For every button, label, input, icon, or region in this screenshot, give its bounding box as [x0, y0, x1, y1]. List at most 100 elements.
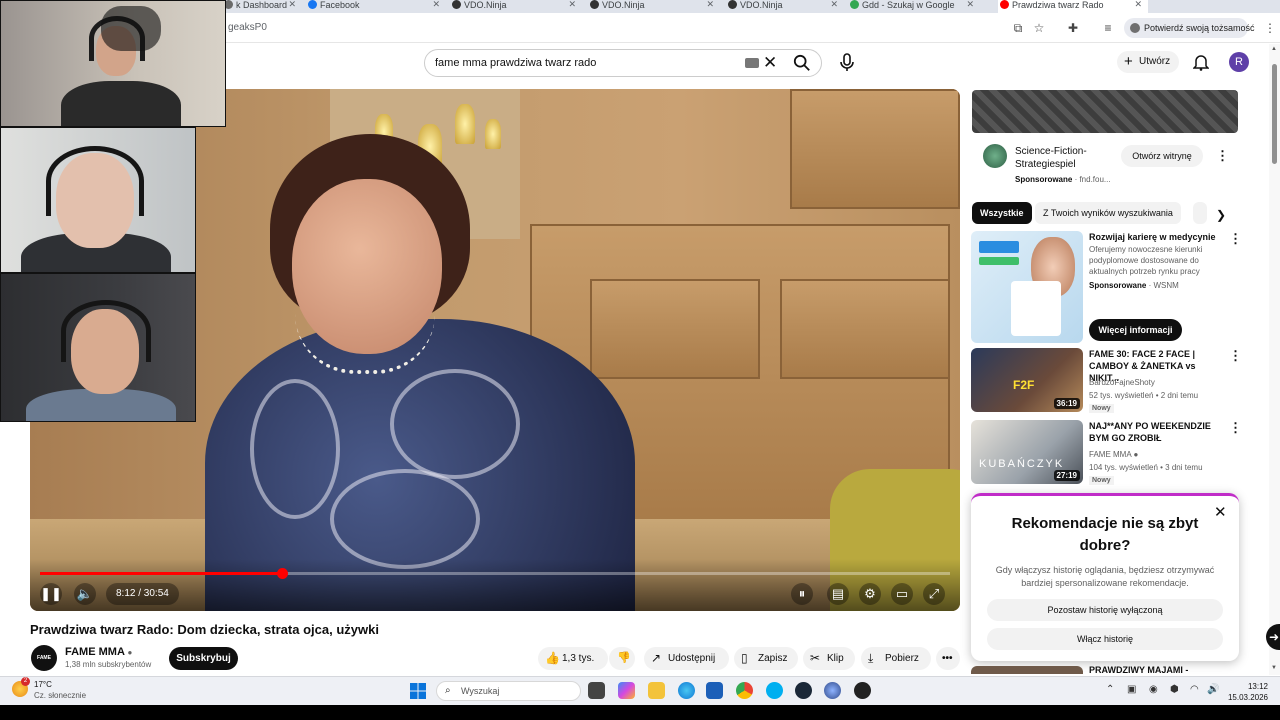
copilot-icon[interactable] — [618, 682, 635, 699]
advertiser-avatar[interactable] — [983, 144, 1007, 168]
tray-chevron-icon[interactable]: ⌃ — [1106, 684, 1114, 695]
chip-partial[interactable] — [1193, 202, 1207, 224]
search-box[interactable]: fame mma prawdziwa twarz rado ✕ — [424, 49, 822, 77]
list-item[interactable]: KUBAŃCZYK 27:19 NAJ**ANY PO WEEKENDZIE B… — [971, 420, 1242, 485]
windows-start-icon[interactable] — [410, 683, 426, 699]
browser-tab[interactable]: Gdd - Szukaj w Google ✕ — [848, 0, 980, 13]
ad-title[interactable]: Science-Fiction-Strategiespiel — [1015, 145, 1115, 171]
search-icon[interactable] — [793, 54, 811, 72]
channel-avatar[interactable]: FAME — [31, 645, 57, 671]
save-button[interactable]: ▯ Zapisz — [734, 647, 798, 670]
clip-button[interactable]: ✂ Klip — [803, 647, 855, 670]
volume-button[interactable]: 🔈 — [74, 583, 96, 605]
video-thumbnail[interactable] — [971, 666, 1083, 674]
scroll-up-arrow-icon[interactable]: ▲ — [1271, 46, 1277, 52]
channel-name[interactable]: FAME MMA ● — [65, 646, 132, 658]
scroll-down-arrow-icon[interactable]: ▼ — [1271, 665, 1277, 671]
account-avatar[interactable]: R — [1229, 52, 1249, 72]
tab-close-icon[interactable]: ✕ — [706, 0, 714, 9]
open-site-button[interactable]: Otwórz witrynę — [1121, 145, 1203, 167]
subtitles-button[interactable]: ▤ — [827, 583, 849, 605]
more-info-button[interactable]: Więcej informacji — [1089, 319, 1182, 341]
tab-close-icon[interactable]: ✕ — [1134, 0, 1142, 9]
rec-channel[interactable]: BardzoFajneShoty — [1089, 378, 1155, 387]
tab-close-icon[interactable]: ✕ — [432, 0, 440, 9]
weather-temp[interactable]: 17°C — [34, 680, 52, 689]
rec-menu-icon[interactable]: ⋮ — [1229, 421, 1242, 434]
browser-tab[interactable]: VDO.Ninja ✕ — [450, 0, 582, 13]
chip-from-search[interactable]: Z Twoich wyników wyszukiwania — [1035, 202, 1181, 224]
volume-icon[interactable]: 🔊 — [1207, 684, 1219, 695]
browser-tab[interactable]: k Dashboard ✕ — [222, 0, 302, 13]
file-explorer-icon[interactable] — [648, 682, 665, 699]
task-view-icon[interactable] — [588, 682, 605, 699]
bookmark-star-icon[interactable]: ☆ — [1031, 20, 1047, 36]
pause-button[interactable]: ❚❚ — [40, 583, 62, 605]
rec-menu-icon[interactable]: ⋮ — [1229, 232, 1242, 245]
list-item[interactable]: PRAWDZIWY MAJAMI - — [971, 664, 1239, 674]
chevron-right-icon[interactable]: ❯ — [1216, 208, 1226, 222]
progress-bar[interactable] — [40, 568, 950, 579]
more-actions-button[interactable]: ••• — [936, 647, 960, 670]
tab-close-icon[interactable]: ✕ — [966, 0, 974, 9]
rec-title[interactable]: Rozwijaj karierę w medycynie — [1089, 231, 1225, 243]
dislike-button[interactable]: 👎 — [609, 647, 635, 670]
autoplay-toggle[interactable]: ⏸ — [791, 583, 813, 605]
chrome-icon[interactable] — [736, 682, 753, 699]
tab-close-icon[interactable]: ✕ — [830, 0, 838, 9]
browser-tab[interactable]: Prawdziwa twarz Rado ✕ — [998, 0, 1148, 13]
keyboard-icon[interactable] — [745, 58, 759, 68]
app-icon[interactable] — [824, 682, 841, 699]
share-button[interactable]: ↗ Udostępnij — [644, 647, 729, 670]
settings-gear-icon[interactable]: ⚙ — [859, 583, 881, 605]
rec-title[interactable]: PRAWDZIWY MAJAMI - — [1089, 665, 1188, 674]
create-button[interactable]: + Utwórz — [1117, 51, 1179, 73]
theater-mode-button[interactable]: ▭ — [891, 583, 913, 605]
video-thumbnail[interactable]: KUBAŃCZYK 27:19 — [971, 420, 1083, 484]
tray-app-icon[interactable]: ◉ — [1149, 684, 1158, 695]
progress-scrubber[interactable] — [276, 568, 288, 579]
rec-title[interactable]: NAJ**ANY PO WEEKENDZIE BYM GO ZROBIŁ — [1089, 420, 1225, 444]
tray-app-icon[interactable]: ⬢ — [1170, 684, 1179, 695]
notifications-bell-icon[interactable] — [1193, 53, 1209, 71]
weather-desc[interactable]: Cz. słonecznie — [34, 691, 86, 700]
ad-menu-icon[interactable]: ⋮ — [1216, 149, 1229, 162]
rec-channel[interactable]: FAME MMA ● — [1089, 450, 1138, 459]
verify-identity-button[interactable]: Potwierdź swoją tożsamość — [1124, 18, 1255, 38]
ad-banner-image[interactable] — [972, 90, 1238, 133]
chip-all[interactable]: Wszystkie — [972, 202, 1032, 224]
tab-close-icon[interactable]: ✕ — [288, 0, 296, 9]
browser-menu-icon[interactable]: ⋮ — [1262, 20, 1278, 36]
taskbar-search[interactable]: ⌕ Wyszukaj — [436, 681, 581, 701]
skype-icon[interactable] — [766, 682, 783, 699]
video-thumbnail[interactable]: F2F 36:19 — [971, 348, 1083, 412]
tab-close-icon[interactable]: ✕ — [568, 0, 576, 9]
microphone-icon[interactable] — [836, 51, 858, 73]
edge-icon[interactable] — [678, 682, 695, 699]
like-button[interactable]: 👍 1,3 tys. — [538, 647, 608, 670]
browser-tab[interactable]: VDO.Ninja ✕ — [588, 0, 720, 13]
list-item[interactable]: F2F 36:19 FAME 30: FACE 2 FACE | CAMBOY … — [971, 348, 1242, 413]
fullscreen-button[interactable]: ⤢ — [923, 583, 945, 605]
install-icon[interactable]: ⧉ — [1010, 20, 1026, 36]
extensions-icon[interactable]: ✚ — [1065, 20, 1081, 36]
ad-thumbnail[interactable] — [971, 231, 1083, 343]
wifi-icon[interactable]: ◠ — [1190, 684, 1199, 695]
browser-tab[interactable]: Facebook ✕ — [306, 0, 446, 13]
taskbar-clock[interactable]: 13:12 15.03.2026 — [1226, 681, 1268, 703]
subscribe-button[interactable]: Subskrybuj — [169, 647, 238, 670]
rec-menu-icon[interactable]: ⋮ — [1229, 349, 1242, 362]
store-icon[interactable] — [706, 682, 723, 699]
browser-tab[interactable]: VDO.Ninja ✕ — [726, 0, 844, 13]
page-scrollbar[interactable]: ▲ ▼ — [1269, 44, 1280, 675]
tab-search-icon[interactable]: ≡ — [1100, 20, 1116, 36]
tray-app-icon[interactable]: ▣ — [1127, 684, 1136, 695]
clear-search-icon[interactable]: ✕ — [763, 53, 777, 73]
keep-history-off-button[interactable]: Pozostaw historię wyłączoną — [987, 599, 1223, 621]
url-text[interactable]: geaksP0 — [228, 22, 267, 33]
steam-icon[interactable] — [795, 682, 812, 699]
download-button[interactable]: ⤓ Pobierz — [861, 647, 931, 670]
search-input[interactable]: fame mma prawdziwa twarz rado — [435, 57, 596, 69]
list-item[interactable]: Rozwijaj karierę w medycynie Oferujemy n… — [971, 231, 1242, 343]
enable-history-button[interactable]: Włącz historię — [987, 628, 1223, 650]
